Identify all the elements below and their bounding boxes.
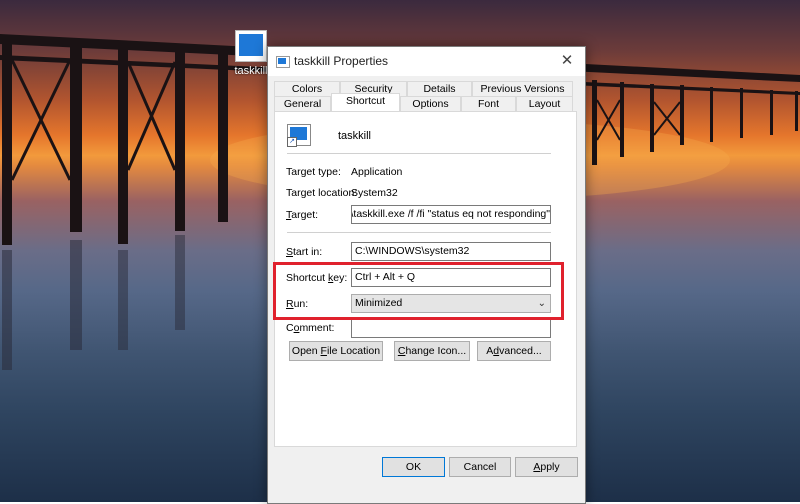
title-bar[interactable]: taskkill Properties ✕ (268, 47, 585, 76)
tab-layout[interactable]: Layout (516, 96, 573, 111)
tab-shortcut[interactable]: Shortcut (331, 93, 400, 111)
close-icon[interactable]: ✕ (555, 50, 579, 72)
shortcut-tab-panel: ↗ taskkill Target type: Application Targ… (274, 111, 577, 447)
comment-label: Comment: (286, 322, 335, 334)
run-dropdown[interactable]: Minimized ⌄ (351, 294, 551, 313)
target-location-value: System32 (351, 187, 398, 199)
ok-button[interactable]: OK (382, 457, 445, 477)
change-icon-button[interactable]: Change Icon... (394, 341, 470, 361)
chevron-down-icon: ⌄ (537, 298, 546, 309)
apply-button[interactable]: Apply (515, 457, 578, 477)
window-title: taskkill Properties (294, 54, 389, 68)
advanced-button[interactable]: Advanced... (477, 341, 551, 361)
window-icon (276, 56, 290, 68)
shortcut-key-input[interactable]: Ctrl + Alt + Q (351, 268, 551, 287)
shortcut-key-label: Shortcut key: (286, 272, 348, 284)
divider (287, 153, 551, 154)
start-in-input[interactable]: C:\WINDOWS\system32 (351, 242, 551, 261)
tab-row-top: Colors Security Details Previous Version… (274, 81, 573, 96)
target-input[interactable]: C:\WINDOWS\system32\taskkill.exe /f /fi … (351, 205, 551, 224)
properties-dialog: taskkill Properties ✕ Colors Security De… (267, 46, 586, 504)
tab-font[interactable]: Font (461, 96, 516, 111)
tab-previous-versions[interactable]: Previous Versions (472, 81, 573, 96)
run-label: Run: (286, 298, 309, 310)
divider (287, 232, 551, 233)
target-type-label: Target type: (286, 166, 341, 178)
target-label: Target: (286, 209, 319, 221)
start-in-label: Start in: (286, 246, 323, 258)
cancel-button[interactable]: Cancel (449, 457, 511, 477)
tab-general[interactable]: General (274, 96, 331, 111)
shortcut-icon (235, 30, 267, 62)
shortcut-file-icon: ↗ (287, 124, 311, 147)
shortcut-name: taskkill (338, 130, 372, 142)
target-location-label: Target location: (286, 187, 358, 199)
shortcut-arrow-icon: ↗ (287, 137, 297, 147)
tab-options[interactable]: Options (400, 96, 461, 111)
run-dropdown-value: Minimized (355, 297, 403, 309)
tab-details[interactable]: Details (407, 81, 472, 96)
tab-row-bottom: General Shortcut Options Font Layout (274, 93, 573, 111)
comment-input[interactable] (351, 319, 551, 338)
target-type-value: Application (351, 166, 403, 178)
open-file-location-button[interactable]: Open File Location (289, 341, 383, 361)
target-input-text: C:\WINDOWS\system32\taskkill.exe /f /fi … (352, 208, 550, 220)
